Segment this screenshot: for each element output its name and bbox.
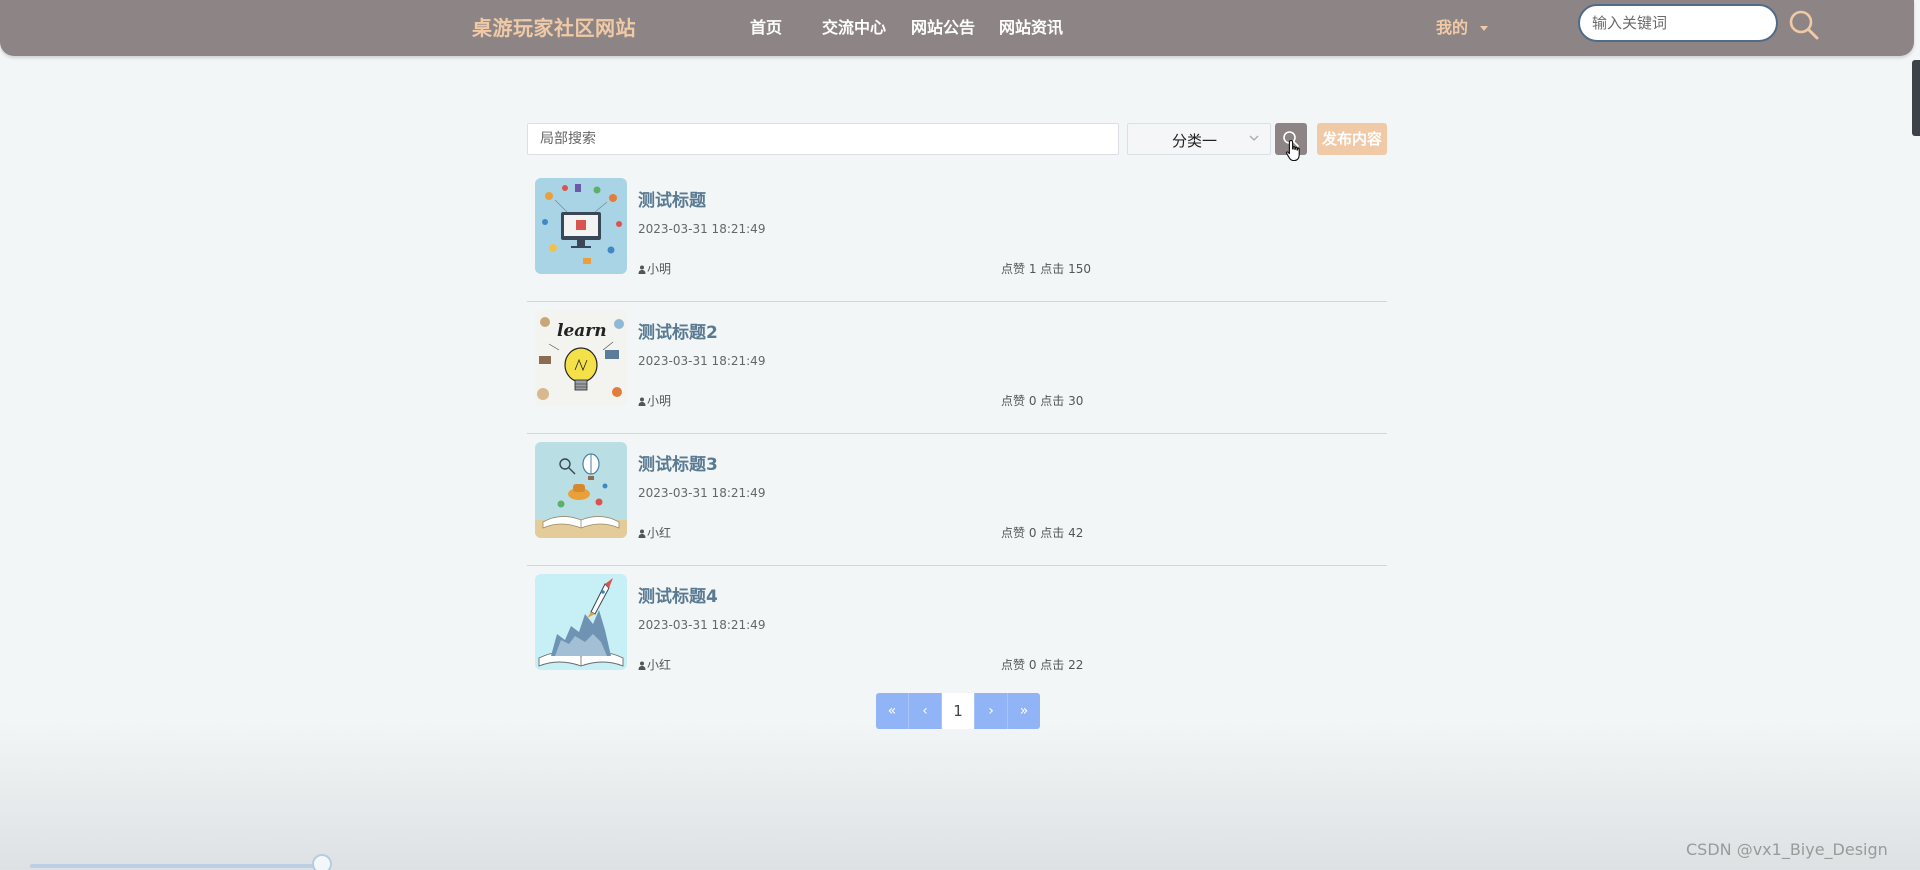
post-time: 2023-03-31 18:21:49 [638, 222, 766, 236]
post-title[interactable]: 测试标题 [638, 186, 706, 211]
post-thumbnail[interactable]: learn [535, 310, 627, 406]
post-title[interactable]: 测试标题4 [638, 582, 718, 607]
top-search-input[interactable] [1578, 4, 1778, 42]
post-author-name: 小明 [647, 262, 672, 276]
local-search-input[interactable] [527, 123, 1119, 155]
list-item[interactable]: learn 测试标题2 2023-03-31 18:21:49 小明 点赞 0 … [527, 302, 1387, 434]
nav-mine-label: 我的 [1436, 18, 1469, 37]
post-stats: 点赞 0 点击 42 [1001, 526, 1084, 540]
category-select-value: 分类一 [1172, 132, 1218, 150]
slider-handle[interactable] [312, 854, 332, 870]
page-prev-button[interactable]: ‹ [909, 693, 942, 729]
site-brand[interactable]: 桌游玩家社区网站 [472, 12, 636, 41]
post-time: 2023-03-31 18:21:49 [638, 486, 766, 500]
watermark: CSDN @vx1_Biye_Design [1686, 840, 1888, 859]
side-scroll-indicator[interactable] [1912, 60, 1920, 136]
nav-home[interactable]: 首页 [750, 14, 782, 38]
page-first-button[interactable]: « [876, 693, 909, 729]
list-item[interactable]: 测试标题3 2023-03-31 18:21:49 小红 点赞 0 点击 42 [527, 434, 1387, 566]
nav-mine-dropdown[interactable]: 我的 [1436, 14, 1489, 38]
post-author: 小红 [638, 656, 671, 673]
hand-cursor-icon [1285, 139, 1300, 162]
post-stats: 点赞 1 点击 150 [1001, 262, 1091, 276]
digital-marketing-illustration [535, 178, 627, 274]
post-author-name: 小红 [647, 526, 672, 540]
post-list: 测试标题 2023-03-31 18:21:49 小明 点赞 1 点击 150 … [527, 170, 1387, 697]
nav-site-news[interactable]: 网站资讯 [999, 14, 1063, 38]
post-thumbnail[interactable] [535, 574, 627, 670]
category-select[interactable]: 分类一 [1127, 123, 1271, 155]
post-author: 小红 [638, 524, 671, 541]
user-icon [638, 265, 646, 274]
post-time: 2023-03-31 18:21:49 [638, 618, 766, 632]
post-author-name: 小明 [647, 394, 672, 408]
post-stats: 点赞 0 点击 22 [1001, 658, 1084, 672]
open-book-balloon-illustration [535, 442, 627, 538]
post-time: 2023-03-31 18:21:49 [638, 354, 766, 368]
publish-content-button[interactable]: 发布内容 [1317, 123, 1387, 155]
nav-exchange-center[interactable]: 交流中心 [822, 14, 886, 38]
pagination: « ‹ 1 › » [876, 693, 1040, 729]
post-thumbnail[interactable] [535, 178, 627, 274]
user-icon [638, 661, 646, 670]
chevron-down-icon [1249, 135, 1259, 141]
caret-down-icon [1480, 26, 1489, 31]
open-book-rocket-illustration [535, 574, 627, 670]
learn-lightbulb-illustration: learn [535, 310, 627, 406]
page-current[interactable]: 1 [942, 693, 975, 729]
slider-track[interactable] [30, 864, 324, 868]
post-author: 小明 [638, 260, 671, 277]
post-title[interactable]: 测试标题3 [638, 450, 718, 475]
page-next-button[interactable]: › [975, 693, 1008, 729]
user-icon [638, 397, 646, 406]
user-icon [638, 529, 646, 538]
top-navbar: 桌游玩家社区网站 首页 交流中心 网站公告 网站资讯 我的 [0, 0, 1914, 56]
page-last-button[interactable]: » [1008, 693, 1040, 729]
post-thumbnail[interactable] [535, 442, 627, 538]
post-author: 小明 [638, 392, 671, 409]
nav-site-notice[interactable]: 网站公告 [911, 14, 975, 38]
post-title[interactable]: 测试标题2 [638, 318, 718, 343]
svg-text:learn: learn [557, 321, 607, 341]
search-icon[interactable] [1786, 8, 1822, 44]
list-item[interactable]: 测试标题4 2023-03-31 18:21:49 小红 点赞 0 点击 22 [527, 566, 1387, 697]
post-stats: 点赞 0 点击 30 [1001, 394, 1084, 408]
list-item[interactable]: 测试标题 2023-03-31 18:21:49 小明 点赞 1 点击 150 [527, 170, 1387, 302]
post-author-name: 小红 [647, 658, 672, 672]
